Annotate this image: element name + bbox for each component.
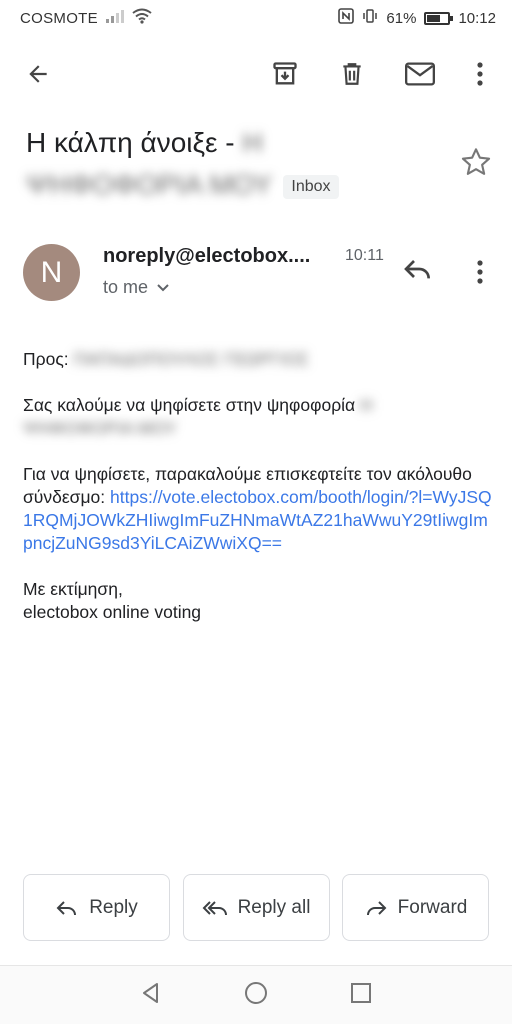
delete-icon[interactable]	[330, 52, 374, 96]
status-bar: COSMOTE 61% 10:12	[0, 0, 512, 36]
invite-redacted: Η	[360, 395, 373, 415]
subject-redacted: ΨΗΦΟΦΟΡΙΑ ΜΟΥ	[26, 169, 272, 200]
instruction-line: Για να ψηφίσετε, παρακαλούμε επισκεφτείτ…	[23, 463, 493, 555]
greeting-label: Προς:	[23, 349, 69, 369]
forward-button[interactable]: Forward	[342, 874, 489, 941]
sender-address[interactable]: noreply@electobox....	[103, 245, 310, 268]
reply-label: Reply	[89, 896, 138, 918]
email-time: 10:11	[345, 247, 384, 264]
email-toolbar	[0, 44, 512, 104]
subject-redacted: Η	[242, 127, 263, 158]
email-body: Προς: ΠΑΠΑΔΟΠΟΥΛΟΣ ΓΕΩΡΓΙΟΣ Σας καλούμε …	[23, 348, 493, 647]
more-vert-icon[interactable]	[458, 52, 502, 96]
battery-percent: 61%	[386, 9, 417, 27]
reply-all-button[interactable]: Reply all	[182, 874, 330, 941]
signature-block: Με εκτίμηση, electobox online voting	[23, 578, 493, 624]
invite-line: Σας καλούμε να ψηφίσετε στην ψηφοφορία Η…	[23, 394, 493, 440]
clock: 10:12	[458, 9, 496, 27]
battery-icon	[424, 11, 454, 25]
nav-home-icon[interactable]	[243, 980, 269, 1011]
invite-redacted: ΨΗΦΟΦΟΡΙΑ ΜΟΥ	[23, 418, 177, 438]
inbox-label-chip[interactable]: Inbox	[283, 174, 339, 199]
reply-button[interactable]: Reply	[23, 874, 170, 941]
chevron-down-icon	[157, 283, 169, 291]
more-vert-icon[interactable]	[462, 255, 498, 291]
nav-back-icon[interactable]	[139, 981, 163, 1010]
reply-all-label: Reply all	[237, 896, 311, 918]
greeting-redacted: ΠΑΠΑΔΟΠΟΥΛΟΣ ΓΕΩΡΓΙΟΣ	[73, 349, 309, 369]
carrier-name: COSMOTE	[20, 9, 98, 27]
archive-icon[interactable]	[263, 52, 307, 96]
invite-text: Σας καλούμε να ψηφίσετε στην ψηφοφορία	[23, 395, 356, 415]
nfc-icon	[338, 8, 355, 28]
signal-icon	[105, 9, 124, 27]
reply-icon	[56, 900, 77, 915]
mark-unread-mail-icon[interactable]	[398, 52, 442, 96]
recipient-details-toggle[interactable]: to me	[103, 277, 170, 298]
avatar[interactable]: N	[23, 244, 80, 301]
sign-off: Με εκτίμηση,	[23, 579, 123, 599]
nav-recents-icon[interactable]	[349, 981, 373, 1010]
star-icon[interactable]	[460, 146, 496, 182]
forward-label: Forward	[397, 896, 468, 918]
forward-icon	[366, 900, 387, 915]
reply-all-icon	[202, 900, 227, 915]
back-arrow-icon[interactable]	[16, 52, 60, 96]
email-subject: Η κάλπη άνοιξε - Η ΨΗΦΟΦΟΡΙΑ ΜΟΥ Inbox	[26, 122, 446, 206]
email-actions: Reply Reply all Forward	[23, 874, 489, 941]
subject-text: Η κάλπη άνοιξε -	[26, 127, 235, 158]
system-nav-bar	[0, 965, 512, 1024]
vibrate-icon	[362, 8, 378, 28]
wifi-icon	[132, 8, 152, 28]
signature: electobox online voting	[23, 602, 202, 622]
recipient-label: to me	[103, 277, 149, 297]
reply-icon[interactable]	[402, 255, 442, 291]
greeting-line: Προς: ΠΑΠΑΔΟΠΟΥΛΟΣ ΓΕΩΡΓΙΟΣ	[23, 348, 493, 371]
